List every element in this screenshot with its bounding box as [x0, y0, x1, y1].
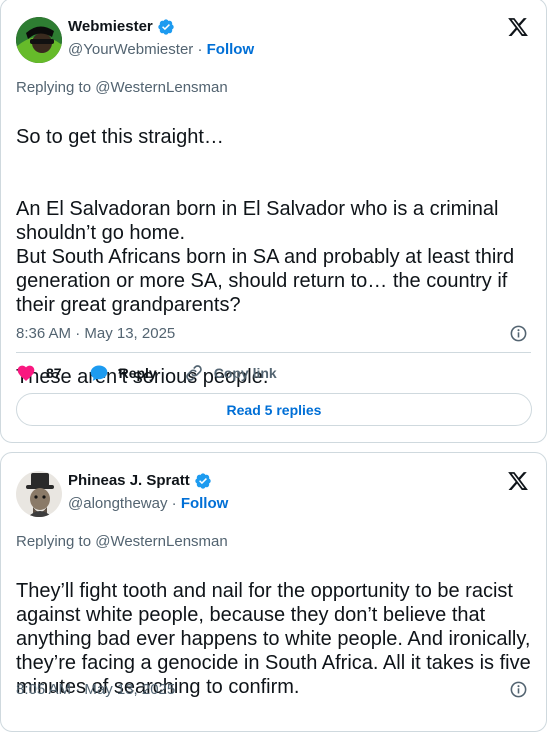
timestamp[interactable]: 8:05 AM · May 13, 2025	[16, 681, 175, 699]
replying-to[interactable]: Replying to @WesternLensman	[16, 533, 228, 551]
handle[interactable]: @YourWebmiester	[68, 41, 193, 58]
separator: ·	[193, 41, 207, 58]
follow-button[interactable]: Follow	[181, 495, 229, 512]
timestamp[interactable]: 8:36 AM · May 13, 2025	[16, 325, 175, 343]
avatar[interactable]	[16, 471, 62, 517]
read-replies-button[interactable]: Read 5 replies	[16, 393, 532, 426]
tweet-card[interactable]: Phineas J. Spratt @alongtheway · Follow …	[0, 452, 547, 732]
copy-link-label: Copy link	[213, 365, 277, 381]
reply-label: Reply	[118, 365, 157, 381]
x-logo-icon[interactable]	[507, 16, 529, 38]
follow-button[interactable]: Follow	[207, 41, 255, 58]
x-logo-icon[interactable]	[507, 470, 529, 492]
like-count: 87	[46, 365, 62, 381]
display-name[interactable]: Phineas J. Spratt	[68, 472, 212, 490]
display-name-text: Webmiester	[68, 18, 153, 35]
avatar[interactable]	[16, 17, 62, 63]
handle-line: @YourWebmiester · Follow	[68, 41, 254, 59]
tweet-paragraph: An El Salvadoran born in El Salvador who…	[16, 198, 515, 316]
like-button[interactable]: 87	[16, 363, 62, 383]
divider	[16, 352, 531, 353]
info-icon[interactable]	[509, 324, 528, 343]
tweet-card[interactable]: Webmiester @YourWebmiester · Follow Repl…	[0, 0, 547, 443]
avatar-image	[16, 471, 62, 517]
separator: ·	[167, 495, 181, 512]
avatar-image	[16, 17, 62, 63]
verified-badge-icon	[158, 19, 174, 35]
heart-icon	[17, 365, 35, 381]
reply-button[interactable]: Reply	[89, 363, 157, 383]
action-bar: 87 Reply Copy link	[16, 363, 304, 383]
info-icon[interactable]	[509, 680, 528, 699]
display-name[interactable]: Webmiester	[68, 18, 175, 36]
tweet-paragraph: So to get this straight…	[16, 126, 224, 148]
verified-badge-icon	[195, 473, 211, 489]
display-name-text: Phineas J. Spratt	[68, 472, 190, 489]
copy-link-button[interactable]: Copy link	[184, 363, 277, 383]
handle[interactable]: @alongtheway	[68, 495, 167, 512]
speech-bubble-icon	[90, 365, 107, 381]
replying-to[interactable]: Replying to @WesternLensman	[16, 79, 228, 97]
handle-line: @alongtheway · Follow	[68, 495, 228, 513]
link-icon	[185, 365, 202, 381]
